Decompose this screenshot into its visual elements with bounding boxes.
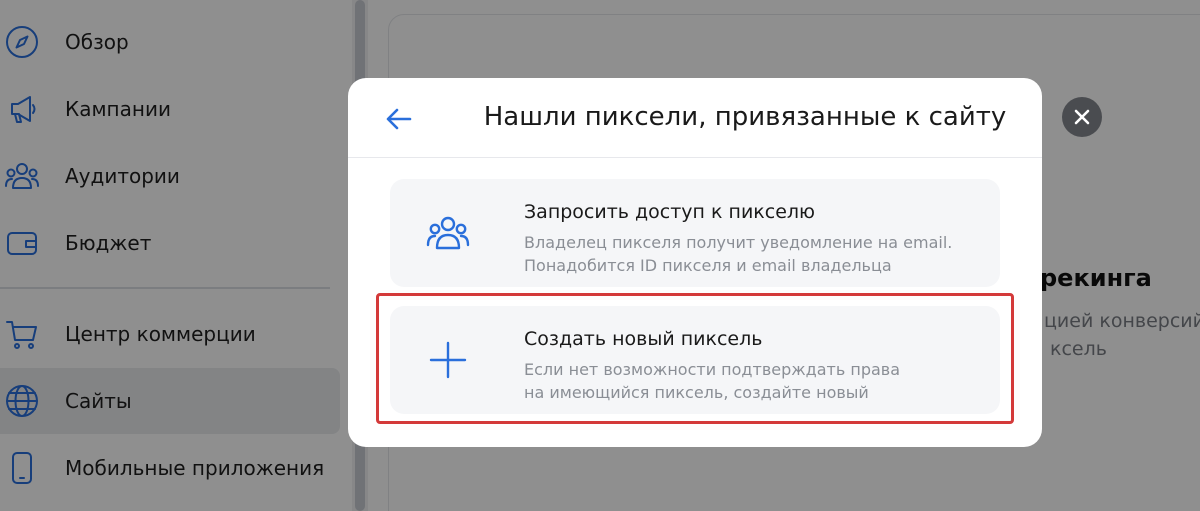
close-icon — [1074, 109, 1090, 125]
option-description-line: Если нет возможности подтверждать права — [524, 360, 901, 379]
option-description: Если нет возможности подтверждать права … — [524, 358, 900, 404]
option-title: Запросить доступ к пикселю — [524, 201, 816, 223]
option-description-line: на имеющийся пиксель, создайте новый — [524, 383, 869, 402]
pixel-dialog: Нашли пиксели, привязанные к сайту Запро… — [348, 78, 1042, 447]
create-pixel-option[interactable]: Создать новый пиксель Если нет возможнос… — [390, 306, 1000, 414]
request-access-option[interactable]: Запросить доступ к пикселю Владелец пикс… — [390, 179, 1000, 287]
dialog-header: Нашли пиксели, привязанные к сайту — [348, 78, 1042, 158]
option-title: Создать новый пиксель — [524, 328, 763, 350]
close-button[interactable] — [1062, 97, 1102, 137]
dialog-title: Нашли пиксели, привязанные к сайту — [483, 102, 1007, 132]
option-description-line: Владелец пикселя получит уведомление на … — [524, 233, 953, 252]
option-description: Владелец пикселя получит уведомление на … — [524, 231, 952, 277]
users-icon — [424, 209, 472, 257]
plus-icon — [424, 336, 472, 384]
option-description-line: Понадобится ID пикселя и email владельца — [524, 256, 892, 275]
